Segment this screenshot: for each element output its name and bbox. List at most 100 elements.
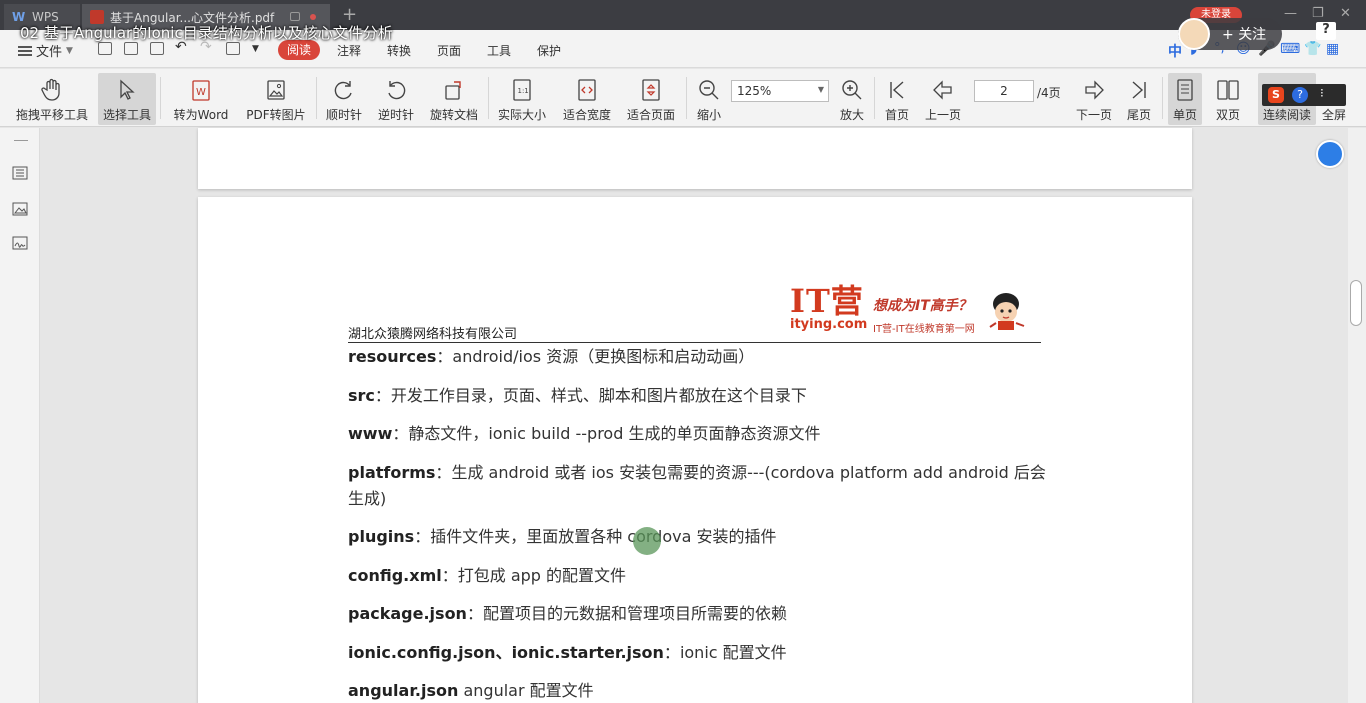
- previous-page-sheet: [198, 128, 1192, 189]
- image-convert-icon: [263, 77, 289, 103]
- doc-paragraph: config.xml：打包成 app 的配置文件: [348, 563, 1048, 589]
- rotate-document-button[interactable]: 旋转文档: [426, 73, 482, 125]
- last-page-label: 尾页: [1126, 108, 1151, 122]
- menu-convert[interactable]: 转换: [387, 42, 411, 59]
- follow-button[interactable]: + 关注: [1178, 18, 1282, 50]
- fit-page-button[interactable]: 适合页面: [622, 73, 680, 125]
- menu-page[interactable]: 页面: [437, 42, 461, 59]
- single-page-button[interactable]: 单页: [1168, 73, 1202, 125]
- minimize-icon[interactable]: —: [1284, 6, 1297, 21]
- toolbar-divider: [316, 77, 317, 119]
- outline-icon[interactable]: [12, 166, 28, 180]
- doc-description: 开发工作目录，页面、样式、脚本和图片都放在这个目录下: [390, 386, 807, 405]
- rotate-counterclockwise-button[interactable]: 逆时针: [374, 73, 418, 125]
- hand-tool-button[interactable]: 拖拽平移工具: [10, 73, 94, 125]
- doc-separator: ：: [374, 386, 391, 405]
- print-icon[interactable]: [150, 42, 164, 55]
- word-convert-icon: W: [188, 77, 214, 103]
- vertical-scrollbar[interactable]: [1348, 128, 1366, 703]
- doc-paragraph: src：开发工作目录，页面、样式、脚本和图片都放在这个目录下: [348, 383, 1048, 409]
- zoom-in-button[interactable]: 放大: [836, 73, 868, 125]
- quick-access-more-icon[interactable]: ▼: [252, 44, 259, 54]
- mascot-image: [989, 293, 1025, 330]
- pdf-to-image-button[interactable]: PDF转图片: [242, 73, 310, 125]
- menu-annotate[interactable]: 注释: [337, 42, 361, 59]
- fit-width-button[interactable]: 适合宽度: [558, 73, 616, 125]
- arrow-right-icon: [1081, 77, 1107, 103]
- brand-slogan: 想成为IT高手？: [873, 298, 972, 314]
- doc-separator: ：: [466, 604, 483, 623]
- actual-size-icon: 1:1: [509, 77, 535, 103]
- keyboard-icon[interactable]: ⌨: [1280, 41, 1300, 57]
- first-page-button[interactable]: 首页: [880, 73, 914, 125]
- toolbar: 拖拽平移工具 选择工具 W 转为Word PDF转图片 顺时针 逆时针 旋转文档…: [0, 69, 1366, 127]
- arrow-left-icon: [930, 77, 956, 103]
- single-page-icon: [1172, 77, 1198, 103]
- doc-term: www: [348, 424, 393, 443]
- floating-tool-icon[interactable]: [1316, 140, 1344, 168]
- fit-page-label: 适合页面: [626, 108, 675, 122]
- menu-protect[interactable]: 保护: [537, 42, 561, 59]
- page-number-input[interactable]: 2: [974, 80, 1034, 102]
- single-page-label: 单页: [1172, 108, 1197, 122]
- open-icon[interactable]: [98, 42, 112, 55]
- zoom-select[interactable]: 125% ▼: [731, 80, 829, 102]
- restore-icon[interactable]: ❐: [1312, 6, 1324, 21]
- toolbar-divider: [874, 77, 875, 119]
- doc-description: ionic 配置文件: [679, 643, 787, 662]
- to-word-label: 转为Word: [173, 108, 229, 122]
- signature-icon[interactable]: [12, 236, 28, 250]
- toolbox-icon[interactable]: ▦: [1326, 41, 1339, 57]
- doc-description: 配置项目的元数据和管理项目所需要的依赖: [482, 604, 787, 623]
- doc-term: resources: [348, 347, 437, 366]
- hand-tool-label: 拖拽平移工具: [15, 108, 88, 122]
- doc-description: android/ios 资源（更换图标和启动动画）: [452, 347, 755, 366]
- file-menu[interactable]: 文件 ▼: [18, 41, 73, 60]
- last-page-button[interactable]: 尾页: [1122, 73, 1156, 125]
- doc-paragraph: platforms：生成 android 或者 ios 安装包需要的资源---(…: [348, 460, 1048, 512]
- close-icon[interactable]: ✕: [1340, 6, 1351, 21]
- doc-description: 插件文件夹，里面放置各种 cordova 安装的插件: [430, 527, 777, 546]
- doc-paragraph: plugins：插件文件夹，里面放置各种 cordova 安装的插件: [348, 524, 1048, 550]
- fullscreen-label: 全屏: [1321, 108, 1346, 122]
- rotate-document-label: 旋转文档: [429, 108, 478, 122]
- doc-term: plugins: [348, 527, 415, 546]
- actual-size-button[interactable]: 1:1 实际大小: [494, 73, 550, 125]
- rotate-clockwise-icon: [331, 77, 357, 103]
- zoom-in-icon: [839, 77, 865, 103]
- double-page-button[interactable]: 双页: [1208, 73, 1248, 125]
- brand-logo: IT营: [790, 282, 864, 320]
- hand-icon: [39, 77, 65, 103]
- chevron-down-icon: ▼: [66, 45, 73, 56]
- select-tool-button[interactable]: 选择工具: [98, 73, 156, 125]
- doc-description: angular 配置文件: [463, 681, 594, 700]
- doc-separator: ：: [441, 566, 458, 585]
- next-page-button[interactable]: 下一页: [1072, 73, 1116, 125]
- menu-tools[interactable]: 工具: [487, 42, 511, 59]
- doc-term: package.json: [348, 604, 467, 623]
- zoom-out-button[interactable]: 缩小: [692, 73, 726, 125]
- previous-page-label: 上一页: [924, 108, 961, 122]
- thumbnail-icon[interactable]: [12, 202, 28, 216]
- rotate-clockwise-button[interactable]: 顺时针: [322, 73, 366, 125]
- brand-url: itying.com: [790, 317, 868, 332]
- help-icon[interactable]: ?: [1316, 22, 1336, 40]
- doc-paragraph: angular.json angular 配置文件: [348, 678, 1048, 703]
- scrollbar-thumb[interactable]: [1350, 280, 1362, 326]
- export-icon[interactable]: [226, 42, 240, 55]
- doc-separator: ：: [435, 463, 452, 482]
- to-word-button[interactable]: W 转为Word: [168, 73, 234, 125]
- message-icon[interactable]: [290, 12, 300, 21]
- ime-floating-bar[interactable]: S ? ⁝: [1262, 84, 1346, 106]
- ime-mode-label[interactable]: 中: [1168, 41, 1182, 61]
- next-page-label: 下一页: [1075, 108, 1112, 122]
- toolbar-divider: [160, 77, 161, 119]
- previous-page-button[interactable]: 上一页: [922, 73, 964, 125]
- mouse-cursor-highlight: [633, 527, 661, 555]
- save-icon[interactable]: [124, 42, 138, 55]
- skin-icon[interactable]: 👕: [1304, 41, 1321, 57]
- menu-read[interactable]: 阅读: [278, 40, 320, 60]
- doc-separator: ：: [436, 347, 453, 366]
- company-name: 湖北众猿腾网络科技有限公司: [348, 327, 518, 342]
- fit-width-icon: [574, 77, 600, 103]
